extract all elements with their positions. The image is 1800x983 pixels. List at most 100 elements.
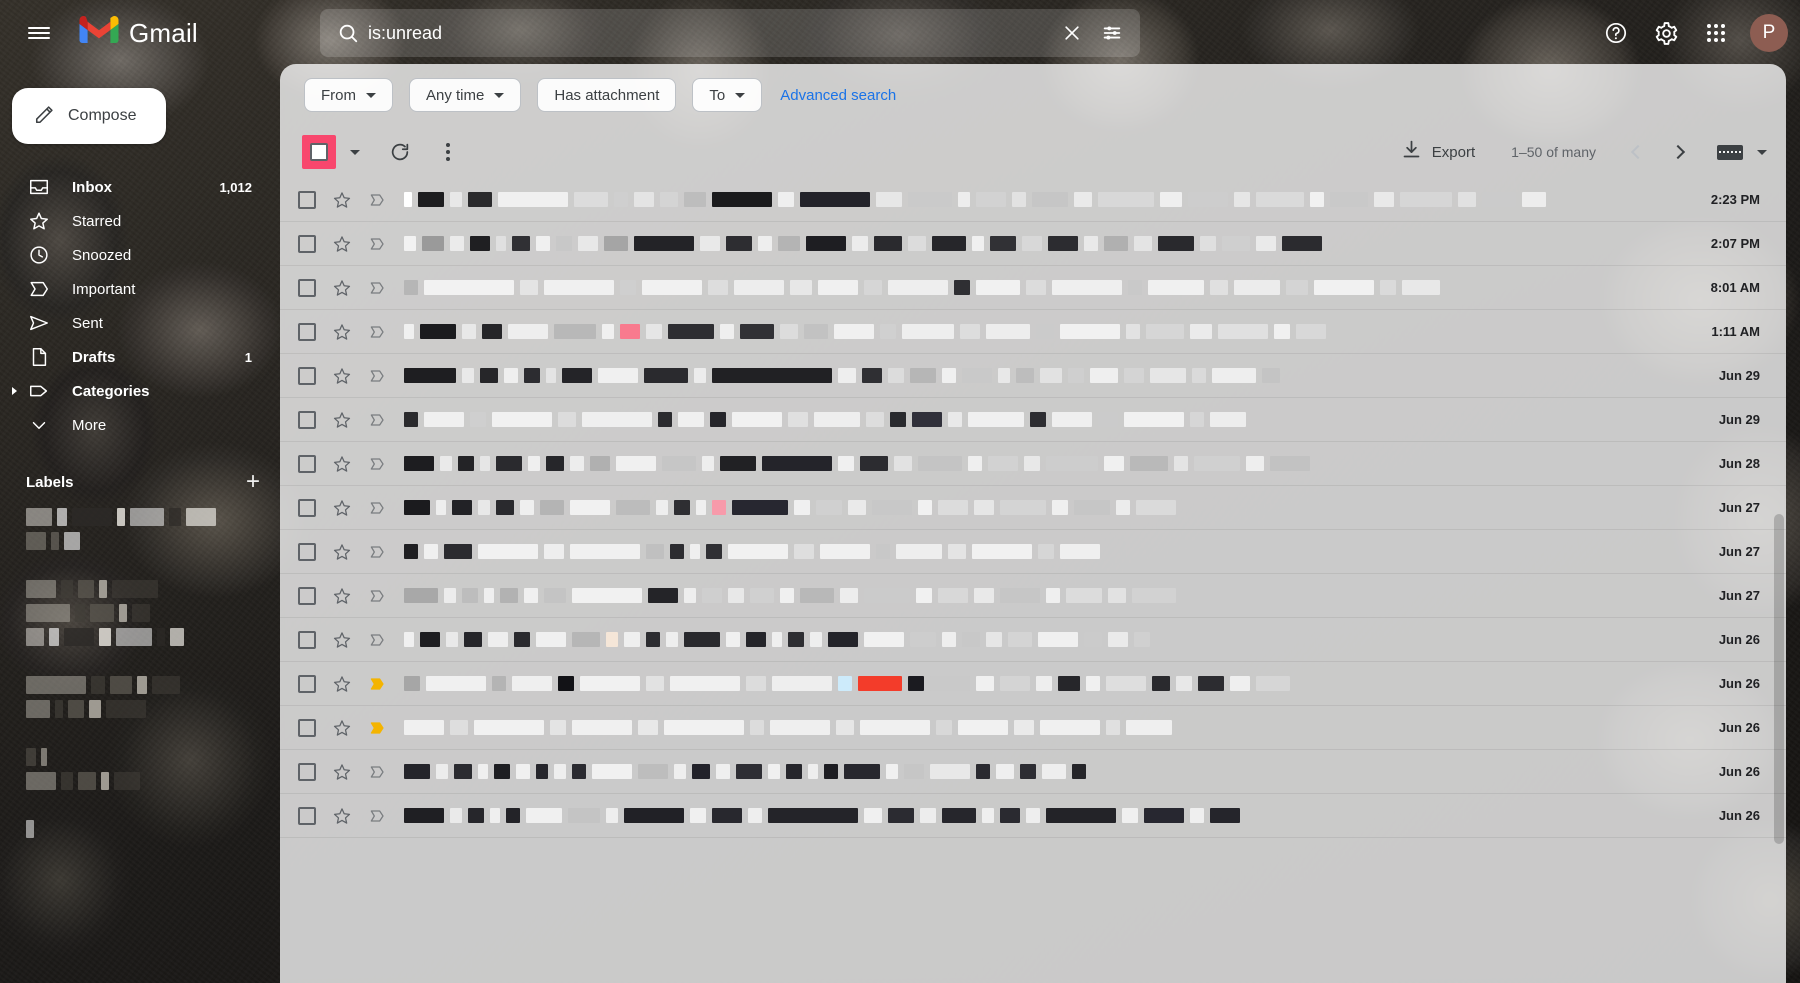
row-checkbox[interactable] [298,542,316,561]
mail-row[interactable]: Jun 29 [280,398,1786,442]
important-marker-icon[interactable] [368,190,388,210]
help-icon[interactable] [1592,9,1640,57]
important-marker-icon[interactable] [368,586,388,606]
star-icon[interactable] [332,806,352,826]
label-item[interactable] [26,508,280,526]
refresh-icon[interactable] [380,132,420,172]
star-icon[interactable] [332,190,352,210]
star-icon[interactable] [332,630,352,650]
row-checkbox[interactable] [298,806,316,825]
row-checkbox[interactable] [298,718,316,737]
chevron-right-icon[interactable] [1658,132,1698,172]
export-button[interactable]: Export [1391,133,1485,171]
star-icon[interactable] [332,498,352,518]
label-item[interactable] [26,748,280,766]
select-all-checkbox[interactable] [302,135,336,169]
sidebar-item-sent[interactable]: Sent [0,306,266,340]
filter-chip-any-time[interactable]: Any time [409,78,522,112]
important-marker-icon[interactable] [368,806,388,826]
mail-row[interactable]: Jun 27 [280,530,1786,574]
important-marker-icon[interactable] [368,366,388,386]
row-checkbox[interactable] [298,674,316,693]
mail-row[interactable]: Jun 27 [280,574,1786,618]
important-marker-icon[interactable] [368,630,388,650]
star-icon[interactable] [332,454,352,474]
sidebar-item-snoozed[interactable]: Snoozed [0,238,266,272]
mail-row[interactable]: Jun 26 [280,662,1786,706]
more-vertical-icon[interactable] [428,132,468,172]
search-input[interactable] [368,22,1052,44]
mail-row[interactable]: 2:07 PM [280,222,1786,266]
advanced-search-link[interactable]: Advanced search [780,87,896,104]
label-item[interactable] [26,532,280,550]
mail-row[interactable]: 8:01 AM [280,266,1786,310]
important-marker-icon[interactable] [368,674,388,694]
search-icon[interactable] [328,13,368,53]
row-checkbox[interactable] [298,234,316,253]
label-item[interactable] [26,652,280,670]
mail-row[interactable]: Jun 27 [280,486,1786,530]
row-checkbox[interactable] [298,454,316,473]
important-marker-icon[interactable] [368,498,388,518]
filter-chip-from[interactable]: From [304,78,393,112]
mail-row[interactable]: Jun 26 [280,618,1786,662]
sidebar-item-starred[interactable]: Starred [0,204,266,238]
mail-row[interactable]: Jun 29 [280,354,1786,398]
row-checkbox[interactable] [298,498,316,517]
input-tools-chevron-down-icon[interactable] [1750,132,1774,172]
mail-row[interactable]: Jun 26 [280,706,1786,750]
row-checkbox[interactable] [298,366,316,385]
mail-row[interactable]: Jun 26 [280,750,1786,794]
star-icon[interactable] [332,322,352,342]
list-scrollbar[interactable] [1774,514,1784,844]
important-marker-icon[interactable] [368,234,388,254]
sidebar-item-more[interactable]: More [0,408,266,442]
plus-icon[interactable]: + [246,470,260,494]
label-item[interactable] [26,580,280,598]
star-icon[interactable] [332,366,352,386]
row-checkbox[interactable] [298,410,316,429]
star-icon[interactable] [332,762,352,782]
star-icon[interactable] [332,674,352,694]
mail-row[interactable]: 1:11 AM [280,310,1786,354]
important-marker-icon[interactable] [368,454,388,474]
sidebar-item-inbox[interactable]: Inbox 1,012 [0,170,266,204]
important-marker-icon[interactable] [368,718,388,738]
star-icon[interactable] [332,586,352,606]
settings-gear-icon[interactable] [1642,9,1690,57]
search-input-wrap[interactable] [368,22,1052,44]
gmail-brand[interactable]: Gmail [79,15,198,51]
compose-button[interactable]: Compose [12,88,166,144]
keyboard-icon[interactable] [1710,132,1750,172]
sidebar-item-categories[interactable]: Categories [0,374,266,408]
important-marker-icon[interactable] [368,762,388,782]
mail-row[interactable]: Jun 28 [280,442,1786,486]
important-marker-icon[interactable] [368,322,388,342]
chevron-left-icon[interactable] [1618,132,1658,172]
star-icon[interactable] [332,410,352,430]
mail-row[interactable]: 2:23 PM [280,178,1786,222]
google-apps-grid-icon[interactable] [1692,9,1740,57]
label-item[interactable] [26,556,280,574]
important-marker-icon[interactable] [368,410,388,430]
label-item[interactable] [26,820,280,838]
star-icon[interactable] [332,278,352,298]
label-item[interactable] [26,772,280,790]
search-options-icon[interactable] [1092,13,1132,53]
row-checkbox[interactable] [298,762,316,781]
star-icon[interactable] [332,718,352,738]
row-checkbox[interactable] [298,190,316,209]
sidebar-item-drafts[interactable]: Drafts 1 [0,340,266,374]
mail-row[interactable]: Jun 26 [280,794,1786,838]
select-all-chevron-down-icon[interactable] [344,144,366,161]
important-marker-icon[interactable] [368,542,388,562]
star-icon[interactable] [332,542,352,562]
row-checkbox[interactable] [298,586,316,605]
label-item[interactable] [26,604,280,622]
row-checkbox[interactable] [298,630,316,649]
row-checkbox[interactable] [298,278,316,297]
close-icon[interactable] [1052,13,1092,53]
label-item[interactable] [26,628,280,646]
hamburger-menu-icon[interactable] [15,9,63,57]
search-bar[interactable] [320,9,1140,57]
